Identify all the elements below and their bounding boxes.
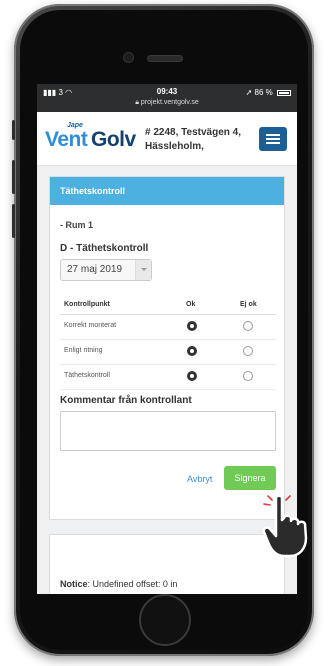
table-header: Kontrollpunkt Ok Ej ok (60, 297, 276, 315)
site-header: Jape Vent Golv # 2248, Testvägen 4, Häss… (37, 112, 297, 166)
date-select[interactable]: 27 maj 2019 (60, 259, 152, 281)
section-title: D - Täthetskontroll (60, 243, 149, 254)
table-row: Korrekt monterat (60, 315, 276, 340)
url-bar[interactable]: 🔒︎ projekt.ventgolv.se (37, 99, 297, 107)
card-title: Täthetskontroll (50, 177, 284, 205)
comment-label: Kommentar från kontrollant (60, 395, 192, 406)
menu-icon-line (266, 134, 280, 136)
chevron-down-icon (135, 260, 151, 280)
hamburger-menu-button[interactable] (259, 127, 287, 151)
not-ok-radio[interactable] (243, 321, 253, 331)
lock-icon: 🔒︎ (135, 99, 139, 106)
notice-message: Notice: Undefined offset: 0 in (60, 579, 178, 589)
not-ok-radio[interactable] (243, 346, 253, 356)
table-row: Täthetskontroll (60, 365, 276, 390)
hand-pointer-icon (262, 494, 308, 558)
battery-indicator: ➚ 86 % (246, 88, 291, 97)
room-label: - Rum 1 (60, 220, 94, 230)
ventgolv-logo[interactable]: Jape Vent Golv (45, 122, 143, 156)
battery-icon (277, 89, 291, 96)
mute-switch (12, 120, 15, 140)
location-icon: ➚ (245, 88, 253, 97)
menu-icon-line (266, 138, 280, 140)
notice-card: Notice: Undefined offset: 0 in (49, 534, 285, 594)
earpiece-speaker (148, 56, 182, 61)
phone-screen: ▮▮▮ 3 ◠ 09:43 🔒︎ projekt.ventgolv.se ➚ 8… (37, 84, 297, 594)
cancel-link[interactable]: Avbryt (187, 474, 212, 484)
ok-radio[interactable] (187, 321, 197, 331)
comment-textarea[interactable] (60, 411, 276, 451)
volume-down-button (12, 204, 15, 238)
project-address: # 2248, Testvägen 4, Hässleholm, (145, 127, 241, 152)
inspection-card: Täthetskontroll - Rum 1 D - Täthetskontr… (49, 176, 285, 520)
front-camera (124, 53, 133, 62)
table-row: Enligt ritning (60, 340, 276, 365)
menu-icon-line (266, 142, 280, 144)
volume-up-button (12, 160, 15, 194)
checklist-table: Kontrollpunkt Ok Ej ok Korrekt monterat … (60, 297, 276, 390)
home-button[interactable] (139, 594, 191, 646)
ok-radio[interactable] (187, 346, 197, 356)
sign-button[interactable]: Signera (224, 466, 276, 490)
ok-radio[interactable] (187, 371, 197, 381)
status-bar: ▮▮▮ 3 ◠ 09:43 🔒︎ projekt.ventgolv.se ➚ 8… (37, 84, 297, 112)
not-ok-radio[interactable] (243, 371, 253, 381)
